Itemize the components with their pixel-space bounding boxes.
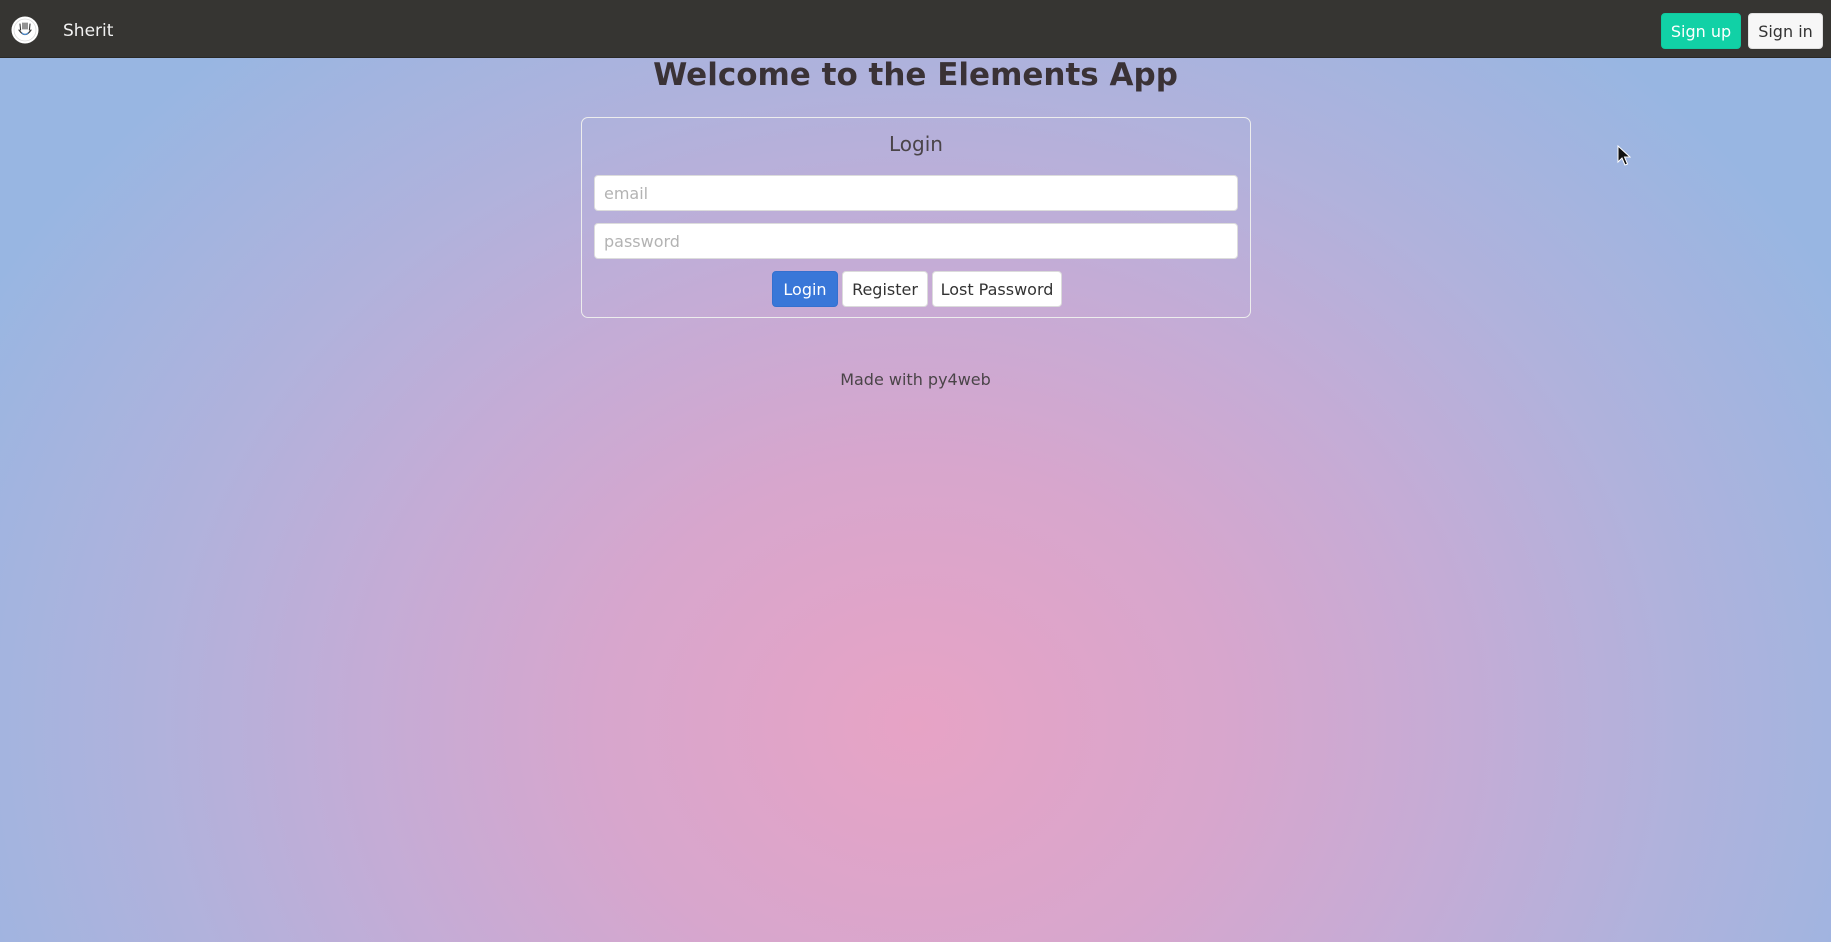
email-input[interactable] [594,175,1238,211]
login-panel: Login Login Register Lost Password [581,117,1251,318]
login-heading: Login [889,132,943,156]
password-input[interactable] [594,223,1238,259]
login-actions: Login Register Lost Password [582,271,1250,307]
footer-text: Made with py4web [840,370,991,389]
signup-button[interactable]: Sign up [1661,13,1741,49]
page-title: Welcome to the Elements App [653,57,1178,93]
register-button[interactable]: Register [842,271,928,307]
lost-password-button[interactable]: Lost Password [932,271,1062,307]
mouse-cursor-icon [1617,145,1631,166]
top-navbar: Sherit Sign up Sign in [0,0,1831,58]
signin-button[interactable]: Sign in [1748,13,1823,49]
login-button[interactable]: Login [772,271,838,307]
logo-icon[interactable] [11,16,39,44]
brand-name[interactable]: Sherit [63,20,113,42]
